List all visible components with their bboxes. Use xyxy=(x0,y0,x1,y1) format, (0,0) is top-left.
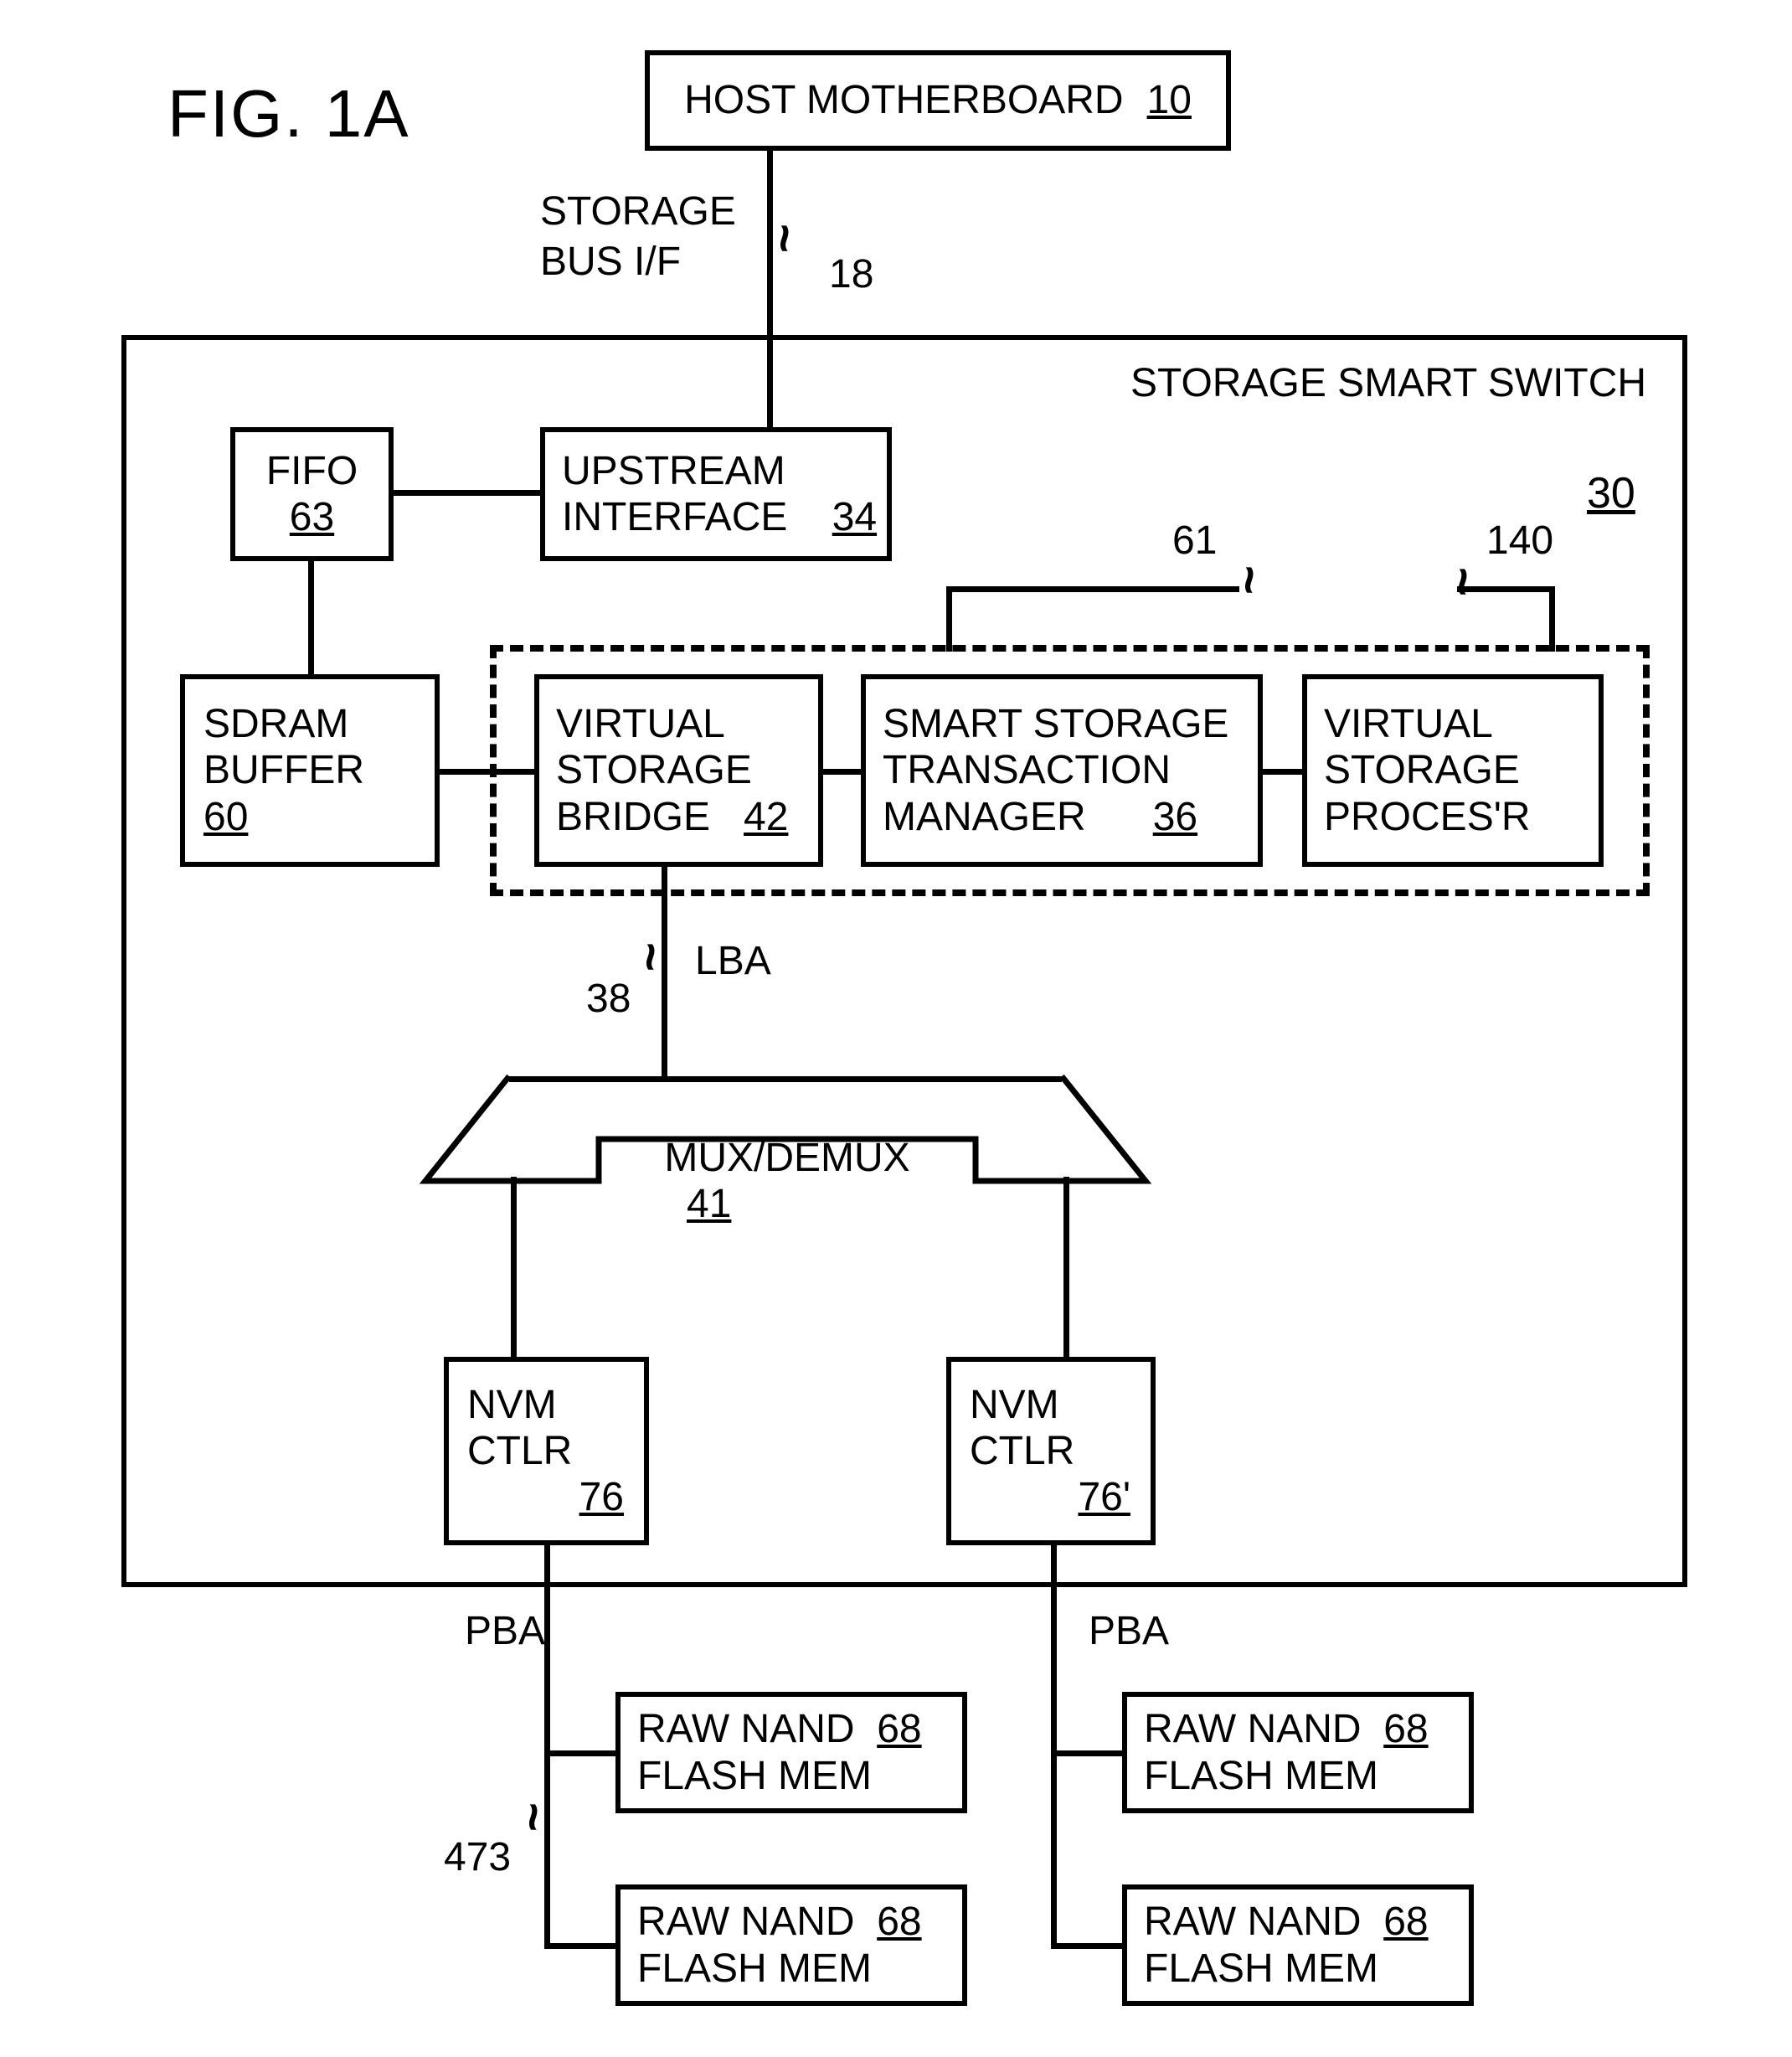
upstream-interface-box: UPSTREAM INTERFACE 34 xyxy=(540,427,892,561)
raw-nand-2-ref: 68 xyxy=(877,1900,921,1944)
pba-left-label: PBA xyxy=(465,1608,545,1654)
connector-nvm-right-down xyxy=(1051,1545,1057,1943)
raw-nand-1-ref: 68 xyxy=(877,1707,921,1751)
upstream-interface-ref: 34 xyxy=(832,495,877,539)
smart-storage-tm-box: SMART STORAGE TRANSACTION MANAGER 36 xyxy=(861,674,1263,867)
upstream-interface-line2: INTERFACE xyxy=(562,495,787,539)
sstm-line3: MANAGER xyxy=(883,795,1086,839)
nvm-ctlr-left-box: NVM CTLR 76 xyxy=(444,1357,649,1545)
mux-demux-text: MUX/DEMUX 41 xyxy=(620,1089,910,1274)
raw-nand-2-line1: RAW NAND xyxy=(637,1900,855,1944)
nvm-left-line1: NVM xyxy=(467,1382,557,1428)
raw-nand-box-2: RAW NAND 68 FLASH MEM xyxy=(615,1884,967,2006)
squiggle-140: ~ xyxy=(1434,567,1492,596)
raw-nand-4-ref: 68 xyxy=(1383,1900,1428,1944)
ref140-line-v xyxy=(1549,586,1555,652)
squiggle-473: ~ xyxy=(505,1802,563,1832)
sdram-buffer-line1: SDRAM xyxy=(203,701,348,747)
ref-38: 38 xyxy=(586,976,631,1022)
raw-nand-box-1: RAW NAND 68 FLASH MEM xyxy=(615,1692,967,1813)
squiggle-38: ~ xyxy=(622,942,680,972)
fifo-ref: 63 xyxy=(290,494,334,540)
nvm-right-line2: CTLR xyxy=(970,1428,1074,1474)
squiggle-18: ~ xyxy=(756,224,814,253)
raw-nand-3-line2: FLASH MEM xyxy=(1144,1753,1378,1799)
ref-473: 473 xyxy=(444,1834,511,1880)
connector-mux-nvm-right xyxy=(1063,1177,1069,1357)
nvm-ctlr-right-box: NVM CTLR 76' xyxy=(946,1357,1156,1545)
branch-right-1 xyxy=(1051,1750,1122,1756)
ref-140: 140 xyxy=(1486,518,1553,564)
raw-nand-3-ref: 68 xyxy=(1383,1707,1428,1751)
vsb-line2: STORAGE xyxy=(556,747,752,793)
ref-61: 61 xyxy=(1172,518,1217,564)
branch-right-2 xyxy=(1051,1943,1122,1949)
nvm-right-line1: NVM xyxy=(970,1382,1059,1428)
upstream-interface-line1: UPSTREAM xyxy=(562,448,785,494)
connector-sstm-vsp xyxy=(1263,769,1302,775)
sstm-line2: TRANSACTION xyxy=(883,747,1171,793)
raw-nand-3-line1: RAW NAND xyxy=(1144,1707,1362,1751)
storage-bus-if-label-2: BUS I/F xyxy=(540,239,681,285)
host-motherboard-box: HOST MOTHERBOARD 10 xyxy=(645,50,1231,151)
virtual-storage-bridge-box: VIRTUAL STORAGE BRIDGE 42 xyxy=(534,674,823,867)
connector-fifo-upstream xyxy=(394,490,540,496)
connector-vsb-sstm xyxy=(823,769,861,775)
sdram-buffer-ref: 60 xyxy=(203,794,248,840)
squiggle-61: ~ xyxy=(1221,565,1279,595)
ref61-line-v xyxy=(946,586,952,652)
pba-right-label: PBA xyxy=(1089,1608,1169,1654)
sstm-line1: SMART STORAGE xyxy=(883,701,1228,747)
branch-left-1 xyxy=(544,1750,615,1756)
raw-nand-box-3: RAW NAND 68 FLASH MEM xyxy=(1122,1692,1474,1813)
sstm-ref: 36 xyxy=(1153,795,1197,839)
host-motherboard-text: HOST MOTHERBOARD xyxy=(684,77,1123,123)
virtual-storage-processor-box: VIRTUAL STORAGE PROCES'R xyxy=(1302,674,1604,867)
vsp-line2: STORAGE xyxy=(1324,747,1520,793)
sdram-buffer-box: SDRAM BUFFER 60 xyxy=(180,674,440,867)
branch-left-2 xyxy=(544,1943,615,1949)
vsb-line3: BRIDGE xyxy=(556,795,710,839)
storage-bus-if-label-1: STORAGE xyxy=(540,188,736,235)
raw-nand-4-line1: RAW NAND xyxy=(1144,1900,1362,1944)
raw-nand-4-line2: FLASH MEM xyxy=(1144,1946,1378,1992)
nvm-right-ref: 76' xyxy=(1078,1475,1130,1519)
sdram-buffer-line2: BUFFER xyxy=(203,747,364,793)
vsb-ref: 42 xyxy=(744,795,788,839)
vsp-line3: PROCES'R xyxy=(1324,794,1531,840)
connector-nvm-left-down xyxy=(544,1545,550,1943)
lba-text: LBA xyxy=(695,938,771,984)
raw-nand-1-line1: RAW NAND xyxy=(637,1707,855,1751)
vsb-line1: VIRTUAL xyxy=(556,701,725,747)
mux-text: MUX/DEMUX xyxy=(664,1136,909,1180)
nvm-left-line2: CTLR xyxy=(467,1428,572,1474)
ref61-line-h xyxy=(946,586,1239,592)
fifo-text: FIFO xyxy=(266,448,358,494)
raw-nand-box-4: RAW NAND 68 FLASH MEM xyxy=(1122,1884,1474,2006)
storage-smart-switch-ref: 30 xyxy=(1587,469,1635,519)
connector-mux-nvm-left xyxy=(511,1177,517,1357)
connector-sdram-vsb xyxy=(440,769,534,775)
raw-nand-1-line2: FLASH MEM xyxy=(637,1753,872,1799)
mux-ref: 41 xyxy=(687,1182,731,1226)
host-motherboard-ref: 10 xyxy=(1147,77,1192,123)
nvm-left-ref: 76 xyxy=(579,1475,624,1519)
figure-title: FIG. 1A xyxy=(167,75,410,152)
vsp-line1: VIRTUAL xyxy=(1324,701,1493,747)
storage-smart-switch-title: STORAGE SMART SWITCH xyxy=(1130,360,1646,406)
fifo-box: FIFO 63 xyxy=(230,427,394,561)
raw-nand-2-line2: FLASH MEM xyxy=(637,1946,872,1992)
ref-18: 18 xyxy=(829,251,873,297)
connector-fifo-sdram xyxy=(308,561,314,674)
